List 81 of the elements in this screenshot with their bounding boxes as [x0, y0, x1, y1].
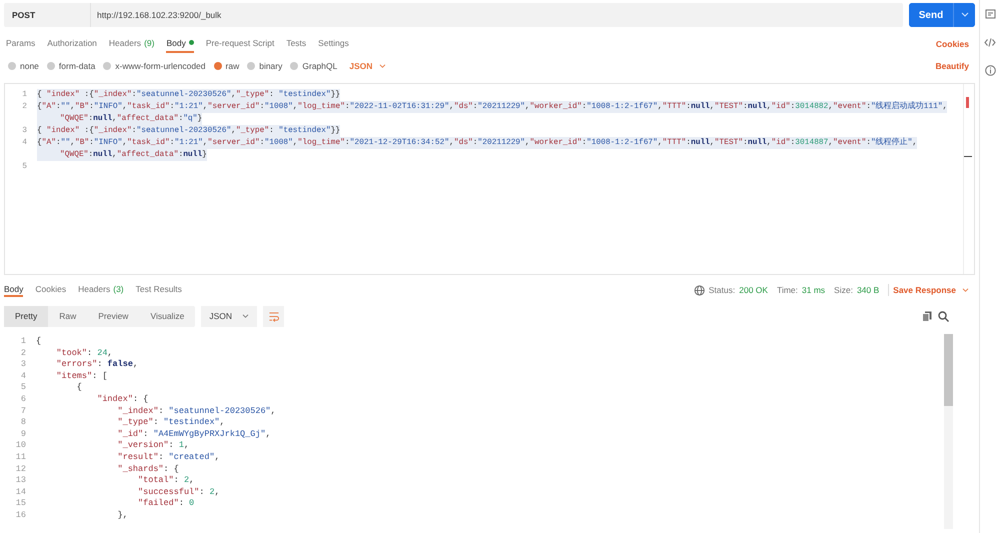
line-number: 6: [20, 394, 27, 406]
url-field[interactable]: http://192.168.102.23:9200/_bulk: [91, 3, 903, 27]
beautify-link[interactable]: Beautify: [935, 61, 975, 71]
tab[interactable]: Headers (3): [78, 283, 124, 297]
code-line: {: [76, 382, 82, 394]
format-dropdown[interactable]: JSON: [349, 61, 386, 71]
line-number: 16: [14, 510, 27, 522]
tab[interactable]: Params: [6, 34, 36, 52]
code-line: "failed": 0: [137, 498, 194, 510]
line-number: 5: [20, 382, 27, 394]
scrollbar[interactable]: [944, 334, 953, 529]
line-number: 1: [20, 336, 27, 348]
code-icon[interactable]: [984, 38, 996, 47]
tab[interactable]: Body: [4, 283, 24, 297]
size-value: 340 B: [856, 285, 880, 295]
copy-icon[interactable]: [922, 311, 932, 322]
code-line: {: [36, 336, 42, 348]
cookies-link[interactable]: Cookies: [936, 38, 975, 48]
format-dropdown[interactable]: JSON: [201, 306, 257, 327]
tab[interactable]: Headers (9): [108, 34, 154, 52]
method-dropdown[interactable]: POST: [4, 3, 91, 27]
code-line: "_shards": {: [116, 464, 179, 476]
caret-icon: [242, 314, 249, 319]
radio-option[interactable]: form-data: [46, 61, 96, 71]
code-line: "total": 2,: [137, 475, 194, 487]
tab[interactable]: Body: [166, 34, 194, 52]
view-tab[interactable]: Visualize: [139, 306, 196, 327]
radio-option[interactable]: binary: [247, 61, 282, 71]
search-icon[interactable]: [938, 311, 949, 322]
line-number: 7: [20, 406, 27, 418]
time-label: Time:: [776, 285, 798, 295]
radio-option[interactable]: raw: [214, 61, 240, 71]
line-number: 4: [20, 370, 27, 382]
code-line: "errors": false,: [55, 359, 138, 371]
caret-icon: [960, 12, 968, 18]
line-number: 11: [14, 452, 27, 464]
line-number: 3: [20, 359, 27, 371]
line-number: 2: [20, 348, 27, 360]
code-line: "result": "created",: [116, 452, 220, 464]
status-label: Status:: [708, 285, 736, 295]
radio-option[interactable]: x-www-form-urlencoded: [103, 61, 206, 71]
time-value: 31 ms: [802, 285, 826, 295]
line-number: 12: [14, 464, 27, 476]
info-icon[interactable]: [984, 65, 996, 76]
line-number: 8: [20, 417, 27, 429]
code-line: "successful": 2,: [137, 486, 220, 498]
size-label: Size:: [834, 285, 853, 295]
line-number: 9: [20, 428, 27, 440]
code-line: "took": 24,: [55, 348, 113, 360]
save-response-dropdown[interactable]: Save Response: [893, 285, 969, 295]
line-number: 10: [14, 440, 27, 452]
line-number: 14: [14, 486, 27, 498]
tab[interactable]: Pre-request Script: [206, 34, 274, 52]
line-number: 13: [14, 475, 27, 487]
radio-option[interactable]: GraphQL: [290, 61, 338, 71]
radio-option[interactable]: none: [8, 61, 39, 71]
tab[interactable]: Authorization: [47, 34, 97, 52]
tab[interactable]: Settings: [318, 34, 349, 52]
tab[interactable]: Test Results: [136, 283, 182, 297]
tab[interactable]: Tests: [286, 34, 306, 52]
wrap-lines-icon: [268, 312, 280, 322]
scrollbar[interactable]: [963, 84, 972, 274]
globe-icon[interactable]: [694, 284, 705, 296]
code-line: "items": [: [55, 370, 108, 382]
code-line: },: [116, 510, 128, 522]
caret-icon: [962, 288, 969, 292]
view-tab[interactable]: Preview: [87, 306, 140, 327]
code-line: "index": {: [96, 394, 148, 406]
status-value: 200 OK: [739, 285, 768, 295]
line-number: 15: [14, 498, 27, 510]
code-line: "_index": "seatunnel-20230526",: [116, 406, 276, 418]
code-line: "_id": "A4EmWYgByPRXJrk1Q_Gj",: [116, 428, 271, 440]
code-line: "_type": "testindex",: [116, 417, 225, 429]
code-line: "_version": 1,: [116, 440, 190, 452]
wrap-lines-button[interactable]: [263, 306, 284, 327]
view-tab[interactable]: Pretty: [4, 306, 48, 327]
send-options-button[interactable]: [953, 3, 975, 27]
view-tab[interactable]: Raw: [48, 306, 88, 327]
caret-icon: [378, 64, 386, 68]
comment-icon[interactable]: [984, 9, 996, 20]
tab[interactable]: Cookies: [35, 283, 66, 297]
